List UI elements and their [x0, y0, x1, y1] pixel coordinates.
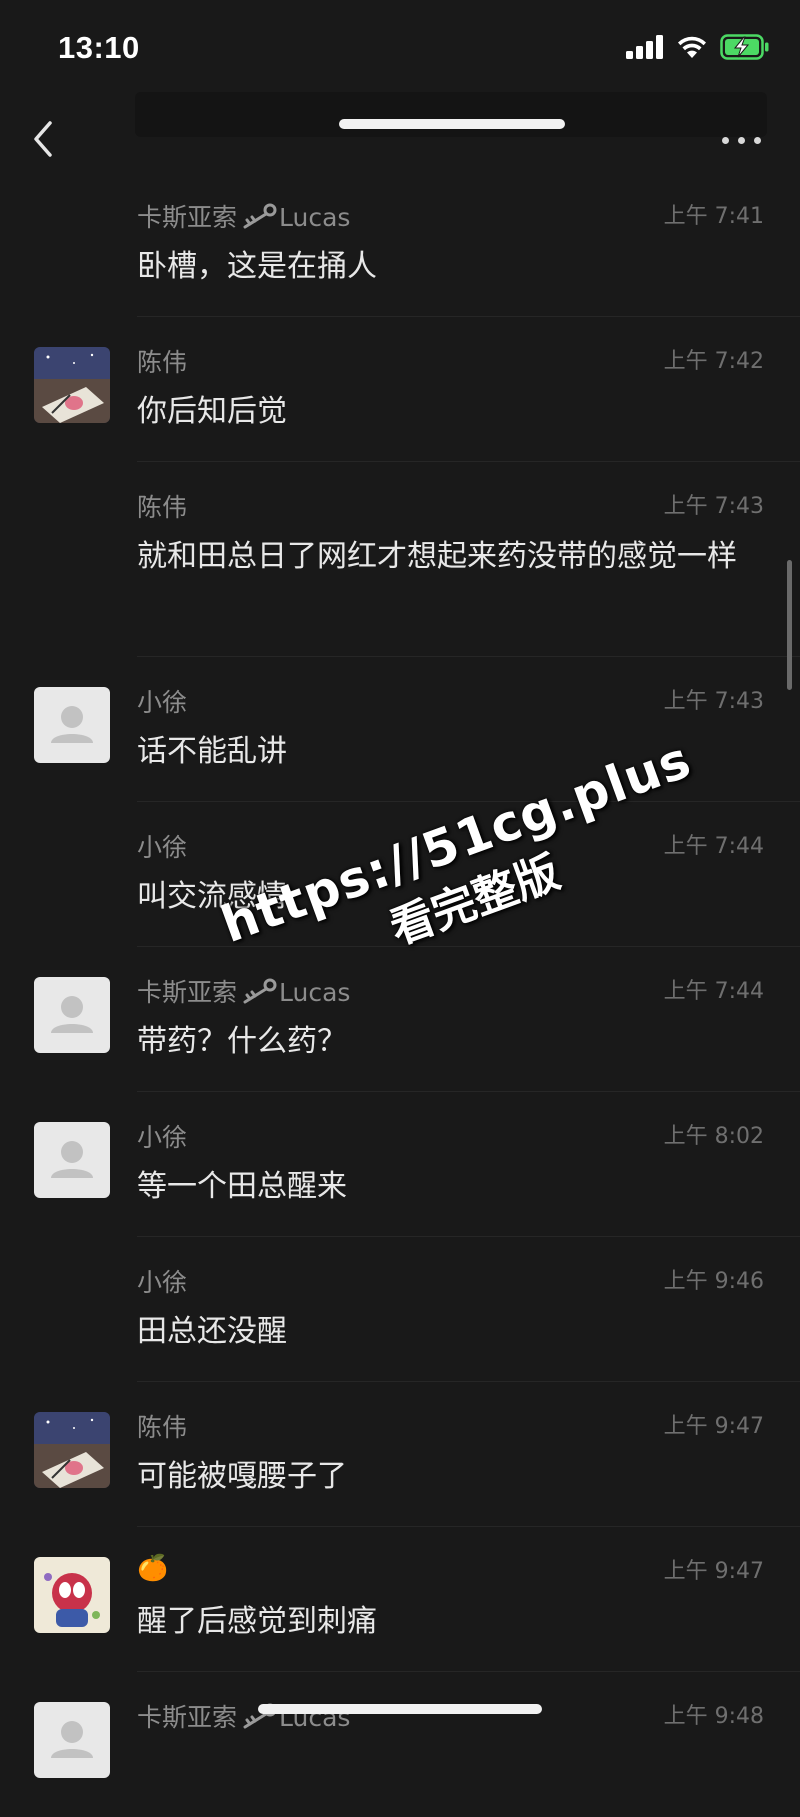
- key-icon: [239, 978, 277, 1010]
- wifi-icon: [678, 36, 706, 58]
- message-text[interactable]: 就和田总日了网红才想起来药没带的感觉一样: [137, 532, 769, 582]
- message-text[interactable]: 卧槽，这是在捅人: [137, 242, 769, 292]
- message-time: 上午 9:47: [663, 1414, 764, 1439]
- sender-name: 小徐: [137, 833, 188, 862]
- message-text[interactable]: 醒了后感觉到刺痛: [137, 1597, 769, 1647]
- status-time: 13:10: [58, 30, 140, 65]
- more-dots-icon: [722, 137, 729, 144]
- avatar[interactable]: [34, 977, 110, 1053]
- message-item[interactable]: 卡斯亚索 Lucas 上午 7:41 卧槽，这是在捅人: [0, 172, 800, 317]
- message-time: 上午 7:44: [663, 979, 764, 1004]
- chevron-left-icon: [34, 121, 52, 157]
- avatar[interactable]: [34, 347, 110, 423]
- person-icon: [34, 1702, 110, 1778]
- person-icon: [34, 1122, 110, 1198]
- avatar[interactable]: [34, 1122, 110, 1198]
- message-item[interactable]: 陈伟 上午 7:42 你后知后觉: [0, 317, 800, 462]
- avatar[interactable]: [34, 1702, 110, 1778]
- key-icon: [239, 203, 277, 235]
- message-item[interactable]: 小徐 上午 7:44 叫交流感情: [0, 802, 800, 947]
- message-text[interactable]: 田总还没醒: [137, 1307, 769, 1357]
- sender-name: 卡斯亚索 Lucas: [137, 198, 350, 235]
- avatar[interactable]: [34, 1412, 110, 1488]
- message-text[interactable]: 等一个田总醒来: [137, 1162, 769, 1212]
- title-redaction-bar: [339, 119, 565, 129]
- cellular-signal-icon: [626, 35, 663, 59]
- message-text[interactable]: 叫交流感情: [137, 872, 769, 922]
- sender-name: 陈伟: [137, 493, 188, 522]
- avatar[interactable]: [34, 687, 110, 763]
- message-item[interactable]: 小徐 上午 8:02 等一个田总醒来: [0, 1092, 800, 1237]
- sender-name: 小徐: [137, 1123, 188, 1152]
- message-item[interactable]: 陈伟 上午 7:43 就和田总日了网红才想起来药没带的感觉一样: [0, 462, 800, 657]
- more-dots-icon: [754, 137, 761, 144]
- message-text[interactable]: 话不能乱讲: [137, 727, 769, 777]
- back-button[interactable]: [28, 118, 68, 168]
- message-time: 上午 8:02: [663, 1124, 764, 1149]
- message-text[interactable]: 带药？什么药？: [137, 1017, 769, 1067]
- avatar[interactable]: [34, 1557, 110, 1633]
- status-icons: [626, 34, 770, 60]
- message-time: 上午 9:47: [663, 1559, 764, 1584]
- message-item[interactable]: 小徐 上午 7:43 话不能乱讲: [0, 657, 800, 802]
- status-bar: 13:10: [0, 0, 800, 90]
- message-item[interactable]: 🍊 上午 9:47 醒了后感觉到刺痛: [0, 1527, 800, 1672]
- message-time: 上午 7:41: [663, 204, 764, 229]
- message-time: 上午 7:44: [663, 834, 764, 859]
- sender-name: 小徐: [137, 688, 188, 717]
- sender-name: 陈伟: [137, 348, 188, 377]
- sender-name: 陈伟: [137, 1413, 188, 1442]
- message-text[interactable]: 你后知后觉: [137, 387, 769, 437]
- message-item[interactable]: 陈伟 上午 9:47 可能被嘎腰子了: [0, 1382, 800, 1527]
- person-icon: [34, 687, 110, 763]
- battery-charging-icon: [720, 34, 769, 60]
- chat-title: [135, 92, 767, 137]
- message-item[interactable]: 卡斯亚索 Lucas 上午 9:48: [0, 1672, 800, 1817]
- message-item[interactable]: 卡斯亚索 Lucas 上午 7:44 带药？什么药？: [0, 947, 800, 1092]
- sender-name: 小徐: [137, 1268, 188, 1297]
- message-time: 上午 9:46: [663, 1269, 764, 1294]
- message-time: 上午 7:42: [663, 349, 764, 374]
- person-icon: [34, 977, 110, 1053]
- message-text[interactable]: 可能被嘎腰子了: [137, 1452, 769, 1502]
- more-dots-icon: [738, 137, 745, 144]
- home-indicator[interactable]: [258, 1704, 542, 1714]
- sender-name: 🍊: [137, 1553, 169, 1582]
- message-time: 上午 7:43: [663, 689, 764, 714]
- more-options-button[interactable]: [720, 130, 764, 150]
- sender-name: 卡斯亚索 Lucas: [137, 973, 350, 1010]
- message-list[interactable]: 卡斯亚索 Lucas 上午 7:41 卧槽，这是在捅人 陈伟 上午 7:42 你后…: [0, 172, 800, 1817]
- message-item[interactable]: 小徐 上午 9:46 田总还没醒: [0, 1237, 800, 1382]
- scroll-indicator[interactable]: [787, 560, 792, 690]
- message-time: 上午 7:43: [663, 494, 764, 519]
- message-time: 上午 9:48: [663, 1704, 764, 1729]
